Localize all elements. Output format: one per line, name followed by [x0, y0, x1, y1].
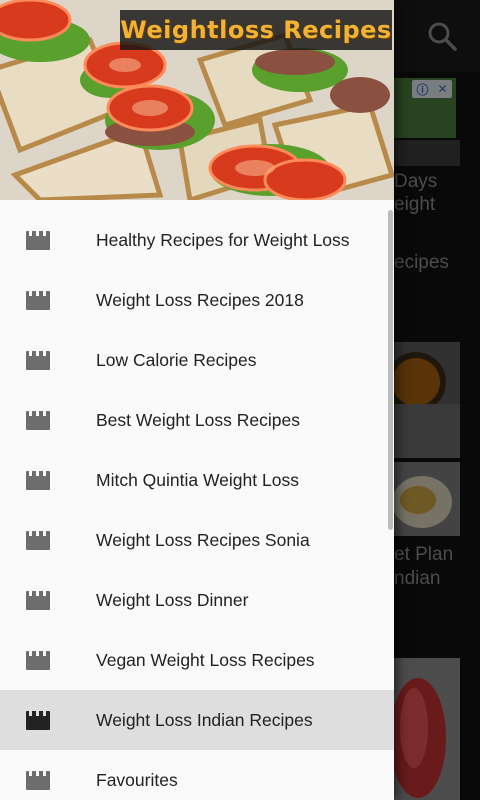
menu-item-label: Weight Loss Recipes Sonia — [96, 529, 310, 550]
menu-item-label: Mitch Quintia Weight Loss — [96, 469, 299, 490]
video-clapper-icon — [26, 291, 50, 310]
video-clapper-icon — [26, 771, 50, 790]
menu-item-mitch-quintia[interactable]: Mitch Quintia Weight Loss — [0, 450, 394, 510]
header-title-box: Weightloss Recipes — [120, 10, 392, 50]
menu-item-indian-recipes[interactable]: Weight Loss Indian Recipes — [0, 690, 394, 750]
video-clapper-icon — [26, 351, 50, 370]
menu-item-label: Favourites — [96, 769, 178, 790]
app-title: Weightloss Recipes — [120, 16, 392, 44]
menu-item-label: Healthy Recipes for Weight Loss — [96, 229, 350, 250]
video-clapper-icon — [26, 651, 50, 670]
menu-item-label: Weight Loss Dinner — [96, 589, 249, 610]
menu-item-label: Best Weight Loss Recipes — [96, 409, 300, 430]
menu-item-low-calorie[interactable]: Low Calorie Recipes — [0, 330, 394, 390]
drawer-scrollbar[interactable] — [388, 210, 393, 530]
menu-item-weight-loss-dinner[interactable]: Weight Loss Dinner — [0, 570, 394, 630]
menu-item-best-weight-loss[interactable]: Best Weight Loss Recipes — [0, 390, 394, 450]
video-clapper-icon — [26, 531, 50, 550]
menu-item-recipes-sonia[interactable]: Weight Loss Recipes Sonia — [0, 510, 394, 570]
video-clapper-icon — [26, 471, 50, 490]
menu-item-healthy-recipes[interactable]: Healthy Recipes for Weight Loss — [0, 210, 394, 270]
video-clapper-icon — [26, 591, 50, 610]
video-clapper-icon — [26, 711, 50, 730]
menu-item-weight-loss-2018[interactable]: Weight Loss Recipes 2018 — [0, 270, 394, 330]
drawer-menu: Healthy Recipes for Weight Loss Weight L… — [0, 210, 394, 800]
drawer-header: Weightloss Recipes — [0, 0, 394, 200]
video-clapper-icon — [26, 231, 50, 250]
menu-item-label: Weight Loss Recipes 2018 — [96, 289, 304, 310]
menu-item-label: Low Calorie Recipes — [96, 349, 257, 370]
menu-item-label: Vegan Weight Loss Recipes — [96, 649, 315, 670]
menu-item-label: Weight Loss Indian Recipes — [96, 709, 313, 730]
video-clapper-icon — [26, 411, 50, 430]
navigation-drawer: Weightloss Recipes Healthy Recipes for W… — [0, 0, 394, 800]
menu-item-favourites[interactable]: Favourites — [0, 750, 394, 800]
menu-item-vegan[interactable]: Vegan Weight Loss Recipes — [0, 630, 394, 690]
